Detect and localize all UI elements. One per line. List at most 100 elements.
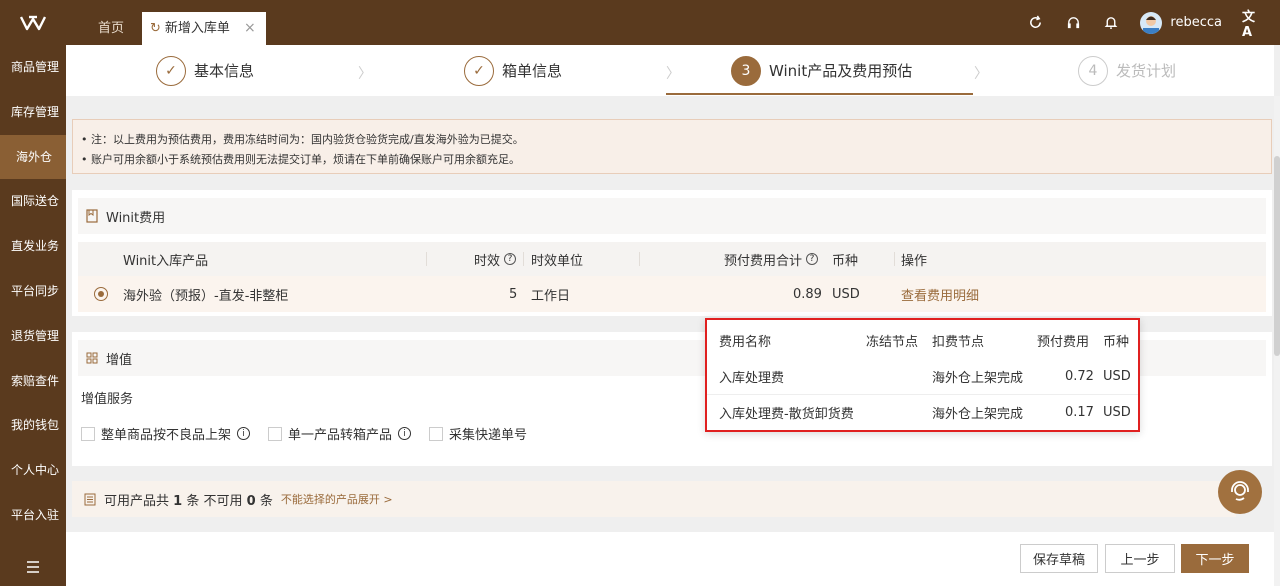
page-tabs: 首页 ↻ 新增入库单 × [80, 12, 266, 45]
step-label: 基本信息 [194, 62, 255, 80]
sidebar-item-returns[interactable]: 退货管理 [0, 314, 66, 359]
list-icon [84, 493, 96, 505]
tab-new-inbound-label: 新增入库单 [164, 21, 230, 36]
column-divider [523, 252, 524, 266]
sidebar-item-inventory[interactable]: 库存管理 [0, 90, 66, 135]
col-currency: 币种 [1103, 334, 1130, 350]
step-label: Winit产品及费用预估 [769, 62, 913, 80]
bell-icon[interactable] [1102, 14, 1120, 32]
step-basic-info[interactable]: ✓ 基本信息 [156, 45, 254, 96]
tab-home[interactable]: 首页 [80, 12, 142, 45]
collapse-menu-icon[interactable] [0, 548, 66, 586]
sidebar-item-platform-sync[interactable]: 平台同步 [0, 269, 66, 314]
info-icon[interactable]: i [398, 427, 412, 440]
expand-unavailable-link[interactable]: 不能选择的产品展开 > [281, 491, 393, 507]
prepaid-fee: 0.72 [1065, 368, 1094, 384]
close-icon[interactable]: × [244, 12, 256, 45]
sidebar-item-label: 平台入驻 [11, 507, 60, 522]
step-products-fees[interactable]: 3 Winit产品及费用预估 [731, 45, 912, 96]
option-collect-tracking[interactable]: 采集快递单号 [429, 424, 527, 443]
section-header: Winit费用 [78, 198, 1266, 234]
tab-new-inbound[interactable]: ↻ 新增入库单 × [142, 12, 266, 45]
help-icon[interactable]: ? [504, 253, 517, 265]
fee-details-popover: 费用名称 冻结节点 扣费节点 预付费用 币种 入库处理费 海外仓上架完成 0.7… [705, 318, 1140, 432]
currency: USD [832, 286, 860, 302]
col-timeliness: 时效? [474, 242, 517, 276]
footer-actions: 保存草稿 上一步 下一步 [66, 532, 1274, 586]
col-total-label: 预付费用合计 [724, 253, 803, 269]
notice-line: • 注：以上费用为预估费用，费用冻结时间为：国内验货仓验货完成/直发海外验为已提… [81, 133, 524, 146]
currency: USD [1103, 405, 1131, 420]
sidebar-item-label: 直发业务 [11, 239, 60, 254]
avatar [1140, 11, 1163, 34]
summary-text: 可用产品共 [104, 493, 170, 509]
checkbox[interactable] [81, 426, 95, 441]
option-label: 单一产品转箱产品 [288, 428, 393, 443]
refresh-icon[interactable]: ↻ [150, 12, 161, 45]
col-prepaid-fee: 预付费用 [1037, 334, 1090, 350]
winit-logo-icon[interactable] [0, 0, 66, 45]
grid-icon [86, 352, 98, 364]
scrollbar-thumb[interactable] [1274, 156, 1280, 356]
help-icon[interactable]: ? [806, 253, 819, 265]
tab-home-label: 首页 [98, 21, 125, 36]
sidebar-item-direct-shipping[interactable]: 直发业务 [0, 224, 66, 269]
save-draft-button[interactable]: 保存草稿 [1020, 544, 1098, 573]
sidebar-item-profile[interactable]: 个人中心 [0, 448, 66, 493]
col-currency: 币种 [832, 253, 859, 269]
scrollbar[interactable] [1274, 96, 1280, 586]
checkbox[interactable] [268, 426, 283, 441]
check-icon: ✓ [464, 55, 494, 86]
sidebar-item-overseas-warehouse[interactable]: 海外仓 [0, 134, 66, 180]
value-added-options: 整单商品按不良品上架 i 单一产品转箱产品 i 采集快递单号 [81, 424, 527, 443]
sidebar-item-label: 个人中心 [11, 463, 60, 478]
unavailable-count: 0 [246, 493, 256, 509]
next-step-button[interactable]: 下一步 [1181, 544, 1249, 573]
summary-text: 条 不可用 [186, 493, 243, 509]
section-title: 增值 [106, 352, 133, 368]
total-fee: 0.89 [793, 286, 822, 302]
col-unit: 时效单位 [531, 253, 584, 269]
option-single-to-box[interactable]: 单一产品转箱产品 i [268, 424, 412, 443]
sidebar-item-claims[interactable]: 索赔查件 [0, 359, 66, 404]
column-divider [639, 252, 640, 266]
translate-icon[interactable]: 文A [1242, 10, 1260, 40]
sidebar-item-label: 索赔查件 [11, 373, 60, 388]
product-radio[interactable] [94, 276, 108, 312]
radio-selected-icon [94, 287, 108, 301]
table-row[interactable]: 海外验（预报）-直发-非整柜 5 工作日 0.89 USD 查看费用明细 [78, 276, 1266, 312]
user-menu[interactable]: rebecca [1140, 11, 1222, 34]
support-icon[interactable] [1218, 470, 1262, 514]
option-label: 采集快递单号 [449, 428, 528, 443]
step-label: 发货计划 [1116, 62, 1177, 80]
available-summary: 可用产品共 1 条 不可用 0 条 [104, 490, 273, 509]
option-defective-shelving[interactable]: 整单商品按不良品上架 i [81, 424, 251, 443]
column-divider [894, 252, 895, 266]
sidebar-item-products[interactable]: 商品管理 [0, 45, 66, 90]
sidebar-item-label: 国际送仓 [11, 194, 60, 209]
step-number: 4 [1078, 55, 1108, 86]
sidebar-item-intl-delivery[interactable]: 国际送仓 [0, 179, 66, 224]
reload-icon[interactable] [1026, 14, 1044, 32]
prev-step-button[interactable]: 上一步 [1105, 544, 1175, 573]
main-content: ✓ 基本信息 〉 ✓ 箱单信息 〉 3 Winit产品及费用预估 〉 4 发货计… [66, 45, 1280, 586]
step-box-info[interactable]: ✓ 箱单信息 [464, 45, 562, 96]
view-fee-details-link[interactable]: 查看费用明细 [901, 276, 979, 312]
sidebar-item-label: 海外仓 [16, 149, 53, 164]
chevron-right-icon: 〉 [974, 66, 988, 82]
sidebar-item-platform-join[interactable]: 平台入驻 [0, 493, 66, 538]
checkbox[interactable] [429, 426, 444, 441]
chevron-right-icon: 〉 [358, 66, 372, 82]
available-products-bar: 可用产品共 1 条 不可用 0 条 不能选择的产品展开 > [72, 481, 1236, 517]
step-shipping-plan[interactable]: 4 发货计划 [1078, 45, 1176, 96]
headset-icon[interactable] [1064, 14, 1082, 32]
user-name: rebecca [1170, 15, 1222, 30]
section-title: Winit费用 [106, 210, 166, 226]
sidebar-item-wallet[interactable]: 我的钱包 [0, 403, 66, 448]
col-freeze-node: 冻结节点 [866, 334, 919, 350]
col-timeliness-label: 时效 [474, 253, 501, 269]
info-icon[interactable]: i [237, 427, 251, 440]
col-action: 操作 [901, 253, 928, 269]
top-right-tools: rebecca 文A [1026, 0, 1260, 45]
deduct-node: 海外仓上架完成 [932, 370, 1024, 386]
